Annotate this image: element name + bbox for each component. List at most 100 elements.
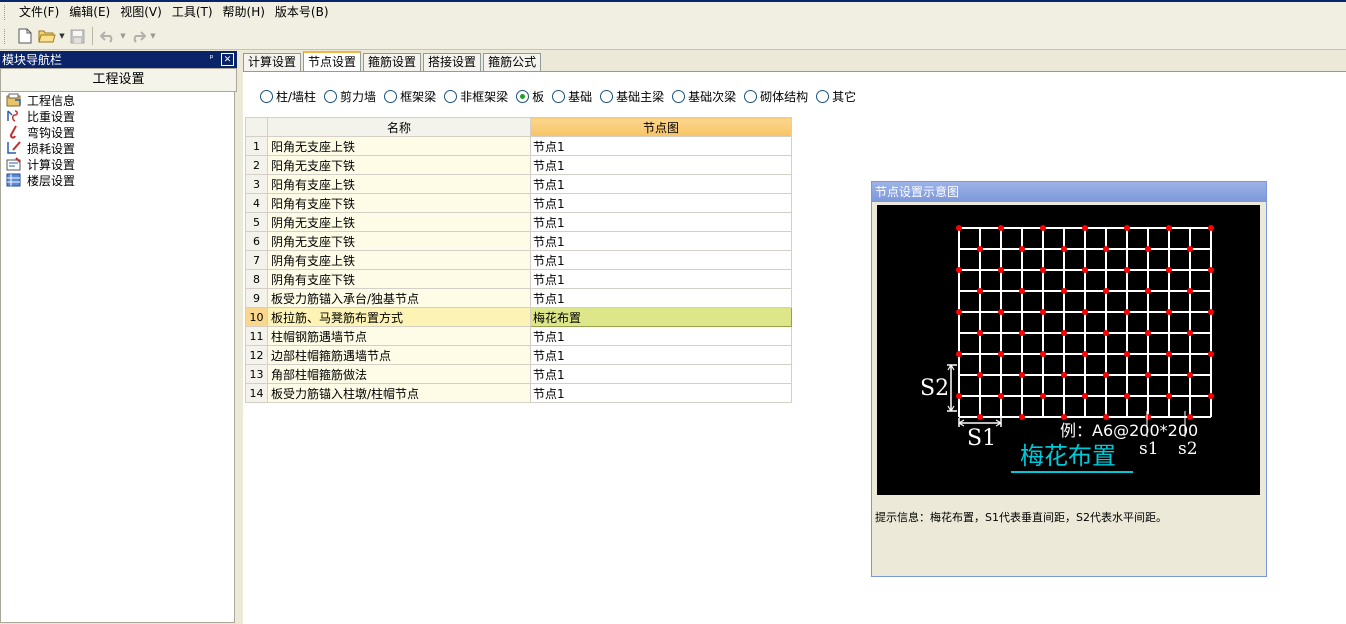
radio-option[interactable]: 其它 [816,88,856,105]
table-row[interactable]: 7 阴角有支座上铁 节点1 [245,250,792,270]
row-number[interactable]: 3 [245,174,268,194]
row-name-cell[interactable]: 阴角有支座上铁 [267,250,531,270]
menubar-grip[interactable] [4,5,8,20]
radio-option[interactable]: 基础主梁 [600,88,664,105]
row-name-cell[interactable]: 边部柱帽箍筋遇墙节点 [267,345,531,365]
radio-option[interactable]: 剪力墙 [324,88,376,105]
menu-edit[interactable]: 编辑(E) [64,3,115,22]
tab-stirrup-settings[interactable]: 箍筋设置 [363,53,422,71]
new-file-icon[interactable] [15,26,35,46]
row-number[interactable]: 10 [245,307,268,327]
row-name-cell[interactable]: 阳角有支座上铁 [267,174,531,194]
row-number[interactable]: 6 [245,231,268,251]
row-node-value-cell[interactable]: 节点1 [530,212,792,232]
table-row[interactable]: 5 阴角无支座上铁 节点1 [245,212,792,232]
row-node-value-cell[interactable]: 节点1 [530,383,792,403]
row-name-cell[interactable]: 角部柱帽箍筋做法 [267,364,531,384]
pin-icon[interactable]: ᵖ [205,53,218,66]
radio-option[interactable]: 基础次梁 [672,88,736,105]
table-row[interactable]: 6 阴角无支座下铁 节点1 [245,231,792,251]
row-node-value-cell[interactable]: 节点1 [530,193,792,213]
row-node-value-cell[interactable]: 节点1 [530,364,792,384]
radio-option[interactable]: 框架梁 [384,88,436,105]
row-number[interactable]: 4 [245,193,268,213]
row-number[interactable]: 8 [245,269,268,289]
panel-header[interactable]: 工程设置 [0,68,237,92]
row-node-value-cell[interactable]: 节点1 [530,250,792,270]
row-name-cell[interactable]: 阳角无支座上铁 [267,136,531,156]
table-row[interactable]: 11 柱帽钢筋遇墙节点 节点1 [245,326,792,346]
table-row[interactable]: 8 阴角有支座下铁 节点1 [245,269,792,289]
tab-lap-settings[interactable]: 搭接设置 [423,53,482,71]
table-row[interactable]: 12 边部柱帽箍筋遇墙节点 节点1 [245,345,792,365]
tab-calc-settings[interactable]: 计算设置 [243,53,302,71]
nav-item-floor[interactable]: 楼层设置 [1,172,234,188]
row-number[interactable]: 12 [245,345,268,365]
row-node-value-cell[interactable]: 节点1 [530,155,792,175]
row-name-cell[interactable]: 阳角无支座下铁 [267,155,531,175]
tab-stirrup-formula[interactable]: 箍筋公式 [483,53,542,71]
column-header-name[interactable]: 名称 [267,117,531,137]
row-node-value-cell[interactable]: 节点1 [530,345,792,365]
row-number[interactable]: 9 [245,288,268,308]
nav-item-calc[interactable]: 计算设置 [1,156,234,172]
row-number[interactable]: 14 [245,383,268,403]
row-node-value-cell[interactable]: 节点1 [530,231,792,251]
row-number[interactable]: 5 [245,212,268,232]
row-name-cell[interactable]: 板受力筋锚入柱墩/柱帽节点 [267,383,531,403]
radio-option[interactable]: 板 [516,88,544,105]
nav-item-loss[interactable]: 损耗设置 [1,140,234,156]
menu-help[interactable]: 帮助(H) [218,3,270,22]
radio-option[interactable]: 非框架梁 [444,88,508,105]
radio-unchecked-icon[interactable] [816,90,830,103]
row-number[interactable]: 11 [245,326,268,346]
row-number[interactable]: 7 [245,250,268,270]
row-node-value-cell[interactable]: 节点1 [530,269,792,289]
table-row[interactable]: 9 板受力筋锚入承台/独基节点 节点1 [245,288,792,308]
table-row[interactable]: 3 阳角有支座上铁 节点1 [245,174,792,194]
table-row[interactable]: 1 阳角无支座上铁 节点1 [245,136,792,156]
row-name-cell[interactable]: 阴角无支座下铁 [267,231,531,251]
radio-unchecked-icon[interactable] [672,90,686,103]
radio-unchecked-icon[interactable] [600,90,614,103]
menu-file[interactable]: 文件(F) [14,3,64,22]
nav-item-project-info[interactable]: 工程信息 [1,92,234,108]
tab-node-settings[interactable]: 节点设置 [303,51,362,72]
table-row[interactable]: 2 阳角无支座下铁 节点1 [245,155,792,175]
table-row[interactable]: 13 角部柱帽箍筋做法 节点1 [245,364,792,384]
radio-unchecked-icon[interactable] [384,90,398,103]
radio-unchecked-icon[interactable] [744,90,758,103]
row-node-value-cell[interactable]: 节点1 [530,136,792,156]
table-row[interactable]: 4 阳角有支座下铁 节点1 [245,193,792,213]
open-dropdown-arrow-icon[interactable]: ▼ [58,26,66,46]
radio-checked-icon[interactable] [516,90,530,103]
row-name-cell[interactable]: 柱帽钢筋遇墙节点 [267,326,531,346]
column-header-node-diagram[interactable]: 节点图 [530,117,792,137]
row-node-value-cell[interactable]: 节点1 [530,288,792,308]
redo-dropdown-arrow-icon[interactable]: ▼ [149,26,157,46]
open-folder-icon[interactable] [37,26,57,46]
radio-option[interactable]: 砌体结构 [744,88,808,105]
table-row[interactable]: 14 板受力筋锚入柱墩/柱帽节点 节点1 [245,383,792,403]
row-name-cell[interactable]: 阴角有支座下铁 [267,269,531,289]
radio-unchecked-icon[interactable] [324,90,338,103]
radio-unchecked-icon[interactable] [260,90,273,103]
menu-version[interactable]: 版本号(B) [270,3,334,22]
row-name-cell[interactable]: 阴角无支座上铁 [267,212,531,232]
row-number[interactable]: 13 [245,364,268,384]
row-number[interactable]: 2 [245,155,268,175]
radio-unchecked-icon[interactable] [444,90,458,103]
nav-item-weight-ratio[interactable]: 比重设置 [1,108,234,124]
undo-dropdown-arrow-icon[interactable]: ▼ [119,26,127,46]
row-name-cell[interactable]: 阳角有支座下铁 [267,193,531,213]
nav-item-hook[interactable]: 弯钩设置 [1,124,234,140]
radio-option[interactable]: 基础 [552,88,592,105]
save-icon[interactable] [67,26,87,46]
close-icon[interactable]: ✕ [221,53,234,66]
row-name-cell[interactable]: 板拉筋、马凳筋布置方式 [267,307,531,327]
row-node-value-cell[interactable]: 节点1 [530,326,792,346]
toolbar-grip[interactable] [4,28,8,44]
row-name-cell[interactable]: 板受力筋锚入承台/独基节点 [267,288,531,308]
menu-view[interactable]: 视图(V) [115,3,167,22]
table-row[interactable]: 10 板拉筋、马凳筋布置方式 梅花布置 [245,307,792,327]
